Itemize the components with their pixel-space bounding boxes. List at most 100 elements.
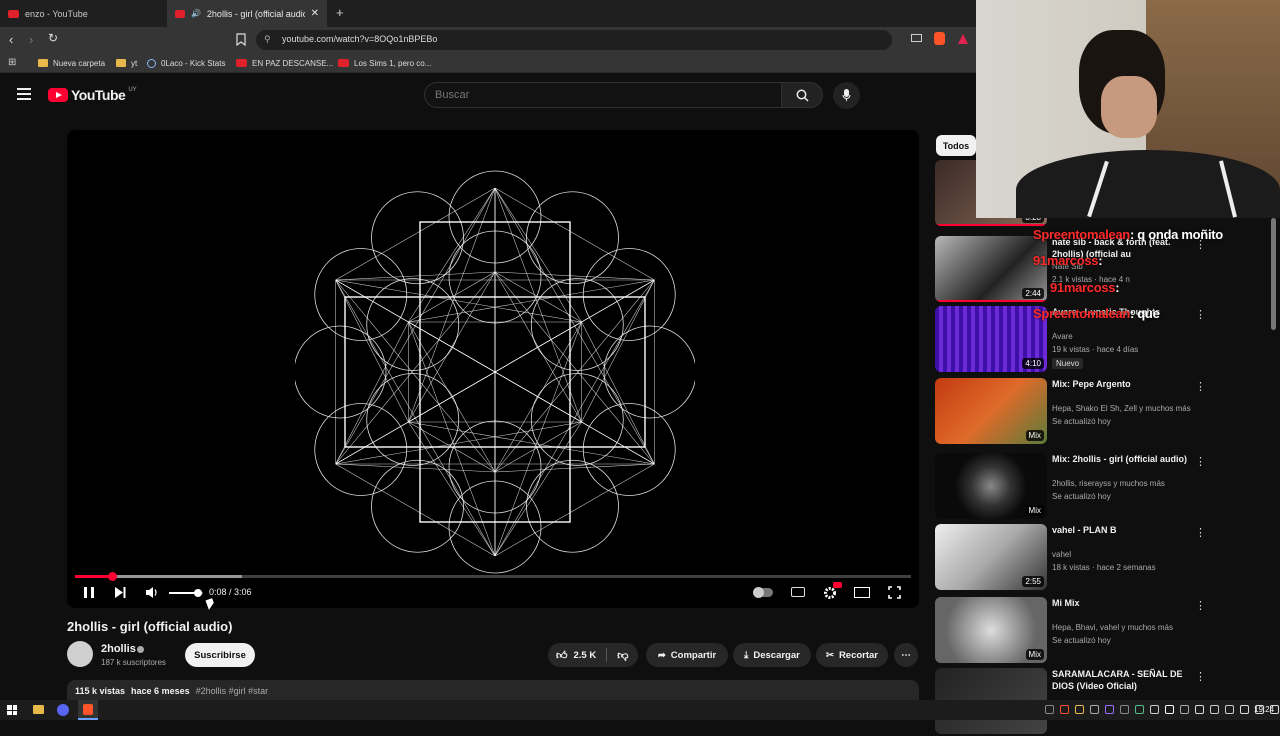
- search-input[interactable]: [424, 82, 782, 108]
- video-thumbnail[interactable]: Mix: [935, 453, 1047, 519]
- settings-gear-icon[interactable]: [823, 586, 837, 600]
- related-video-item[interactable]: Mix Mi Mix Hepa, Bhavi, vahel y muchos m…: [935, 597, 1275, 665]
- new-tab-button[interactable]: +: [336, 5, 344, 20]
- video-thumbnail[interactable]: 2:55: [935, 524, 1047, 590]
- tab-2hollis-girl[interactable]: 🔊 2hollis - girl (official audio) - ✕: [167, 0, 327, 27]
- back-icon[interactable]: ‹: [9, 32, 13, 47]
- tray-icon[interactable]: [1075, 705, 1084, 714]
- dislike-button[interactable]: 👎︎: [617, 649, 628, 662]
- chip-todos[interactable]: Todos: [936, 135, 976, 156]
- hashtags[interactable]: #2hollis #girl #star: [196, 686, 269, 696]
- related-video-channel[interactable]: 2hollis, riserayss y muchos más: [1052, 479, 1165, 488]
- subscribe-button[interactable]: Suscribirse: [185, 643, 255, 667]
- tray-icon[interactable]: [1105, 705, 1114, 714]
- tray-icon[interactable]: [1180, 705, 1189, 714]
- close-tab-icon[interactable]: ✕: [311, 8, 319, 19]
- related-video-title[interactable]: Mix: 2hollis - girl (official audio): [1052, 453, 1202, 465]
- more-vertical-icon[interactable]: ⋮: [1195, 455, 1206, 468]
- new-badge: Nuevo: [1052, 358, 1084, 369]
- tray-icon[interactable]: [1165, 705, 1174, 714]
- menu-icon[interactable]: [17, 88, 31, 100]
- channel-avatar[interactable]: [67, 641, 93, 667]
- bookmark-en-paz[interactable]: EN PAZ DESCANSE...: [236, 53, 333, 73]
- forward-icon[interactable]: ›: [29, 32, 33, 47]
- voice-search-button[interactable]: [833, 82, 860, 109]
- tray-icon[interactable]: [1225, 705, 1234, 714]
- video-thumbnail[interactable]: 4:10: [935, 306, 1047, 372]
- tray-icon[interactable]: [1210, 705, 1219, 714]
- more-vertical-icon[interactable]: ⋮: [1195, 599, 1206, 612]
- tray-icon[interactable]: [1120, 705, 1129, 714]
- description-box[interactable]: 115 k vistas hace 6 meses #2hollis #girl…: [67, 680, 919, 700]
- autoplay-toggle[interactable]: [753, 587, 773, 598]
- volume-slider[interactable]: [169, 589, 203, 597]
- related-video-item[interactable]: Mix Mix: Pepe Argento Hepa, Shako El Sh,…: [935, 378, 1275, 446]
- bookmark-yt[interactable]: yt: [116, 53, 137, 73]
- volume-icon[interactable]: [145, 586, 159, 599]
- video-thumbnail[interactable]: 2:44: [935, 236, 1047, 302]
- related-video-channel[interactable]: Hepa, Bhavi, vahel y muchos más: [1052, 623, 1173, 632]
- volume-handle[interactable]: [193, 589, 202, 597]
- related-video-channel[interactable]: vahel: [1052, 550, 1071, 559]
- more-actions-button[interactable]: ⋯: [894, 643, 918, 667]
- sidebar-scrollbar[interactable]: [1271, 218, 1276, 330]
- more-vertical-icon[interactable]: ⋮: [1195, 526, 1206, 539]
- progress-bar[interactable]: [75, 572, 911, 581]
- related-video-title[interactable]: Mi Mix: [1052, 597, 1202, 609]
- next-icon[interactable]: [114, 586, 126, 599]
- hd-badge-icon: [833, 582, 842, 588]
- subtitles-icon[interactable]: [791, 587, 805, 597]
- related-video-item[interactable]: Mix Mix: 2hollis - girl (official audio)…: [935, 453, 1275, 521]
- search-button[interactable]: [781, 82, 823, 108]
- bookmark-kick-stats[interactable]: 0Laco - Kick Stats: [147, 53, 225, 73]
- brave-rewards-icon[interactable]: [957, 33, 969, 45]
- brave-shield-icon[interactable]: [934, 32, 945, 45]
- more-vertical-icon[interactable]: ⋮: [1195, 380, 1206, 393]
- share-button[interactable]: ➦ Compartir: [646, 643, 728, 667]
- url-field[interactable]: ⚲ youtube.com/watch?v=8OQo1nBPEBo: [256, 30, 892, 50]
- theater-mode-icon[interactable]: [854, 587, 870, 598]
- video-thumbnail[interactable]: Mix: [935, 378, 1047, 444]
- video-player[interactable]: 0:08 / 3:06: [67, 130, 919, 608]
- tray-icon[interactable]: [1240, 705, 1249, 714]
- related-video-title[interactable]: Mix: Pepe Argento: [1052, 378, 1202, 390]
- related-video-meta: Se actualizó hoy: [1052, 492, 1111, 501]
- tab-enzo-youtube[interactable]: enzo - YouTube: [0, 0, 165, 27]
- reload-icon[interactable]: ↻: [48, 31, 58, 45]
- windows-start-icon[interactable]: [7, 705, 17, 715]
- more-vertical-icon[interactable]: ⋮: [1195, 308, 1206, 321]
- like-button[interactable]: 👍︎ 2.5 K: [556, 649, 596, 662]
- clip-button[interactable]: ✂ Recortar: [816, 643, 888, 667]
- tray-icon[interactable]: [1090, 705, 1099, 714]
- related-video-channel[interactable]: Hepa, Shako El Sh, Zell y muchos más: [1052, 404, 1191, 413]
- scrubber-handle[interactable]: [107, 572, 117, 581]
- fullscreen-icon[interactable]: [888, 586, 901, 599]
- bookmark-nueva-carpeta[interactable]: Nueva carpeta: [38, 53, 105, 73]
- bookmark-icon[interactable]: [236, 33, 246, 46]
- tray-icon[interactable]: [1135, 705, 1144, 714]
- apps-grid-icon[interactable]: ⊞: [8, 57, 16, 68]
- tray-icon[interactable]: [1150, 705, 1159, 714]
- tray-icon[interactable]: [1045, 705, 1054, 714]
- site-info-icon[interactable]: ⚲: [264, 34, 271, 45]
- bookmark-los-sims[interactable]: Los Sims 1, pero co...: [338, 53, 431, 73]
- video-thumbnail[interactable]: Mix: [935, 597, 1047, 663]
- chat-text: :: [1098, 253, 1103, 268]
- download-button[interactable]: ⤓ Descargar: [733, 643, 811, 667]
- youtube-logo[interactable]: YouTube UY: [48, 87, 137, 103]
- more-vertical-icon[interactable]: ⋮: [1195, 670, 1206, 683]
- related-video-title[interactable]: SARAMALACARA - SEÑAL DE DIOS (Video Ofic…: [1052, 668, 1202, 692]
- tray-icon[interactable]: [1195, 705, 1204, 714]
- related-video-channel[interactable]: Avare: [1052, 332, 1073, 341]
- pause-icon[interactable]: [84, 587, 94, 598]
- brave-taskbar-button[interactable]: [78, 700, 98, 720]
- discord-icon[interactable]: [57, 704, 69, 716]
- related-video-meta: Se actualizó hoy: [1052, 417, 1111, 426]
- share-icon: ➦: [657, 649, 666, 661]
- related-video-item[interactable]: 2:55 vahel - PLAN B vahel 18 k vistas · …: [935, 524, 1275, 592]
- cast-icon[interactable]: [911, 34, 922, 42]
- tray-icon[interactable]: [1060, 705, 1069, 714]
- channel-name[interactable]: 2hollis: [101, 643, 136, 655]
- file-explorer-icon[interactable]: [33, 705, 44, 714]
- related-video-title[interactable]: vahel - PLAN B: [1052, 524, 1202, 536]
